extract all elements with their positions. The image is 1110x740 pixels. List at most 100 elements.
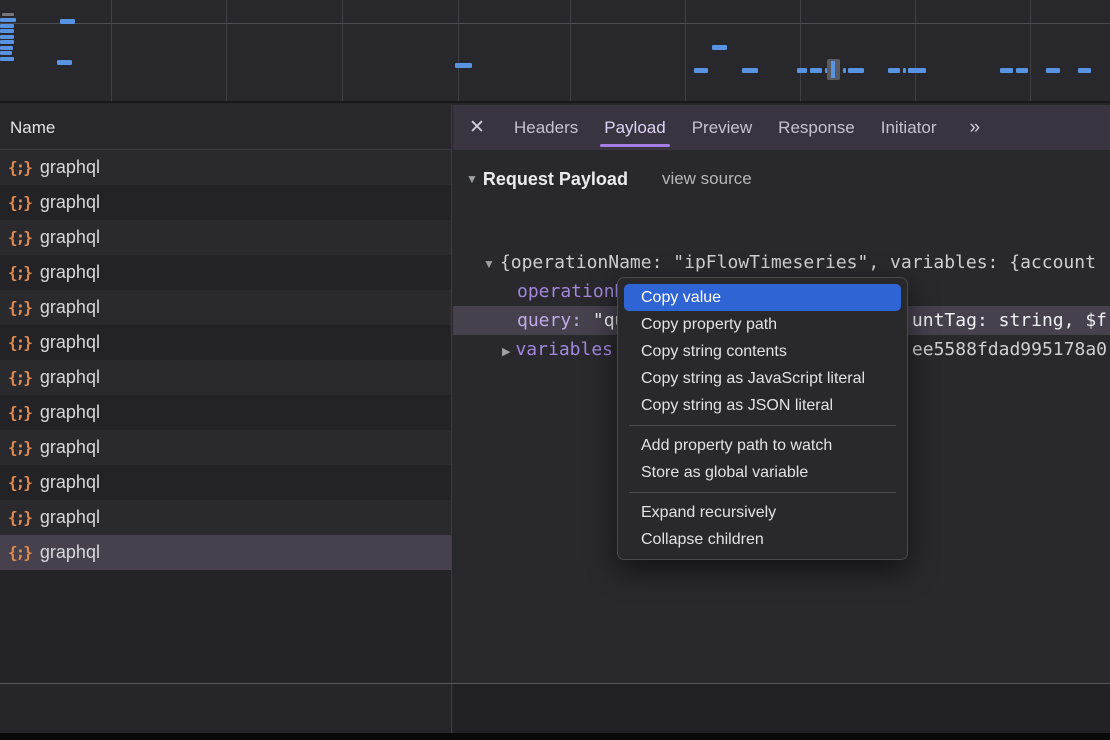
request-bar xyxy=(712,45,727,50)
request-row[interactable]: {;}graphql xyxy=(0,185,451,220)
braces-icon: {;} xyxy=(8,403,31,422)
menu-item-copy-string-contents[interactable]: Copy string contents xyxy=(624,338,901,365)
braces-icon: {;} xyxy=(8,263,31,282)
window-bottom-edge xyxy=(0,733,1110,740)
request-bar xyxy=(843,68,846,73)
braces-icon: {;} xyxy=(8,228,31,247)
request-bar xyxy=(810,68,822,73)
property-value-right: untTag: string, $f xyxy=(912,306,1107,335)
tab-initiator[interactable]: Initiator xyxy=(868,105,950,150)
gridline xyxy=(111,0,112,101)
request-row[interactable]: {;} graphql xyxy=(0,290,451,325)
menu-item-store-as-global-variable[interactable]: Store as global variable xyxy=(624,459,901,486)
gridline xyxy=(915,0,916,101)
gridline xyxy=(458,0,459,101)
braces-icon: {;} xyxy=(8,438,31,457)
tab-headers[interactable]: Headers xyxy=(501,105,591,150)
request-row[interactable]: {;} graphql xyxy=(0,255,451,290)
request-label: graphql xyxy=(40,367,100,388)
request-row[interactable]: {;}graphql xyxy=(0,325,451,360)
request-bar xyxy=(0,29,14,33)
request-bar xyxy=(0,24,14,28)
summary-text: {operationName: "ipFlowTimeseries", vari… xyxy=(500,252,1096,273)
request-row[interactable]: {;} graphql xyxy=(0,500,451,535)
request-row[interactable]: {;} graphql xyxy=(0,465,451,500)
request-bar xyxy=(1046,68,1060,73)
gridline xyxy=(800,0,801,101)
request-label: graphql xyxy=(40,157,100,178)
request-label: graphql xyxy=(40,227,100,248)
section-disclosure-caret[interactable]: ▼ xyxy=(466,172,478,186)
request-label: graphql xyxy=(40,507,100,528)
braces-icon: {;} xyxy=(8,473,31,492)
request-row[interactable]: {;} graphql xyxy=(0,150,451,185)
more-tabs-icon[interactable]: » xyxy=(959,117,989,139)
request-bar xyxy=(57,60,72,65)
request-row[interactable]: {;}graphql xyxy=(0,535,451,570)
request-bar xyxy=(0,46,13,50)
braces-icon: {;} xyxy=(8,158,31,177)
request-bar xyxy=(1000,68,1013,73)
braces-icon: {;} xyxy=(8,368,31,387)
request-bar xyxy=(0,40,14,44)
overview-selection-marker xyxy=(827,59,840,80)
braces-icon: {;} xyxy=(8,508,31,527)
menu-item-copy-string-as-javascript-literal[interactable]: Copy string as JavaScript literal xyxy=(624,365,901,392)
footer-right-area xyxy=(453,684,1110,733)
tab-strip: HeadersPayloadPreviewResponseInitiator xyxy=(501,105,949,150)
network-overview-timeline[interactable] xyxy=(0,0,1110,103)
request-bar xyxy=(455,63,472,68)
menu-item-copy-value[interactable]: Copy value xyxy=(624,284,901,311)
braces-icon: {;} xyxy=(8,298,31,317)
menu-separator xyxy=(629,425,896,426)
menu-separator xyxy=(629,492,896,493)
request-label: graphql xyxy=(40,262,100,283)
gridline xyxy=(0,23,1110,24)
menu-item-expand-recursively[interactable]: Expand recursively xyxy=(624,499,901,526)
request-row[interactable]: {;} graphql xyxy=(0,220,451,255)
gridline xyxy=(570,0,571,101)
braces-icon: {;} xyxy=(8,543,31,562)
request-label: graphql xyxy=(40,402,100,423)
tab-payload[interactable]: Payload xyxy=(591,105,678,150)
view-source-link[interactable]: view source xyxy=(662,169,752,189)
request-label: graphql xyxy=(40,332,100,353)
close-icon[interactable]: ✕ xyxy=(453,116,501,139)
request-bar xyxy=(908,68,926,73)
request-row[interactable]: {;} graphql xyxy=(0,430,451,465)
tab-preview[interactable]: Preview xyxy=(679,105,765,150)
request-row[interactable]: {;} graphql xyxy=(0,395,451,430)
request-bar-gray xyxy=(2,13,14,16)
summary-disclosure-caret[interactable]: ▼ xyxy=(483,257,495,271)
property-key: variables xyxy=(515,339,613,360)
property-value-right: ee5588fdad995178a0 xyxy=(912,335,1107,364)
context-menu: Copy valueCopy property pathCopy string … xyxy=(617,277,908,560)
request-bar xyxy=(694,68,708,73)
request-bar xyxy=(1078,68,1091,73)
payload-summary-row[interactable]: ▼ {operationName: "ipFlowTimeseries", var… xyxy=(453,248,1110,277)
request-bar xyxy=(0,35,14,39)
detail-tab-bar: ✕ HeadersPayloadPreviewResponseInitiator… xyxy=(453,105,1110,150)
property-key: query: xyxy=(517,310,582,331)
request-label: graphql xyxy=(40,437,100,458)
request-label: graphql xyxy=(40,472,100,493)
request-bar xyxy=(0,18,16,22)
menu-item-copy-string-as-json-literal[interactable]: Copy string as JSON literal xyxy=(624,392,901,419)
request-list: {;} graphql {;} graphql {;} graphql {;} graphql… xyxy=(0,150,451,570)
menu-item-add-property-path-to-watch[interactable]: Add property path to watch xyxy=(624,432,901,459)
request-bar xyxy=(797,68,807,73)
request-bar xyxy=(888,68,900,73)
request-bar xyxy=(848,68,864,73)
menu-item-collapse-children[interactable]: Collapse children xyxy=(624,526,901,553)
tab-response[interactable]: Response xyxy=(765,105,868,150)
request-row[interactable]: {;} graphql xyxy=(0,360,451,395)
menu-item-copy-property-path[interactable]: Copy property path xyxy=(624,311,901,338)
request-label: graphql xyxy=(40,297,100,318)
gridline xyxy=(342,0,343,101)
gridline xyxy=(1030,0,1031,101)
gridline xyxy=(685,0,686,101)
variables-disclosure-caret[interactable]: ▶ xyxy=(502,346,510,358)
request-bar xyxy=(60,19,75,24)
column-header-name[interactable]: Name xyxy=(0,105,451,150)
section-title: Request Payload xyxy=(483,169,628,190)
